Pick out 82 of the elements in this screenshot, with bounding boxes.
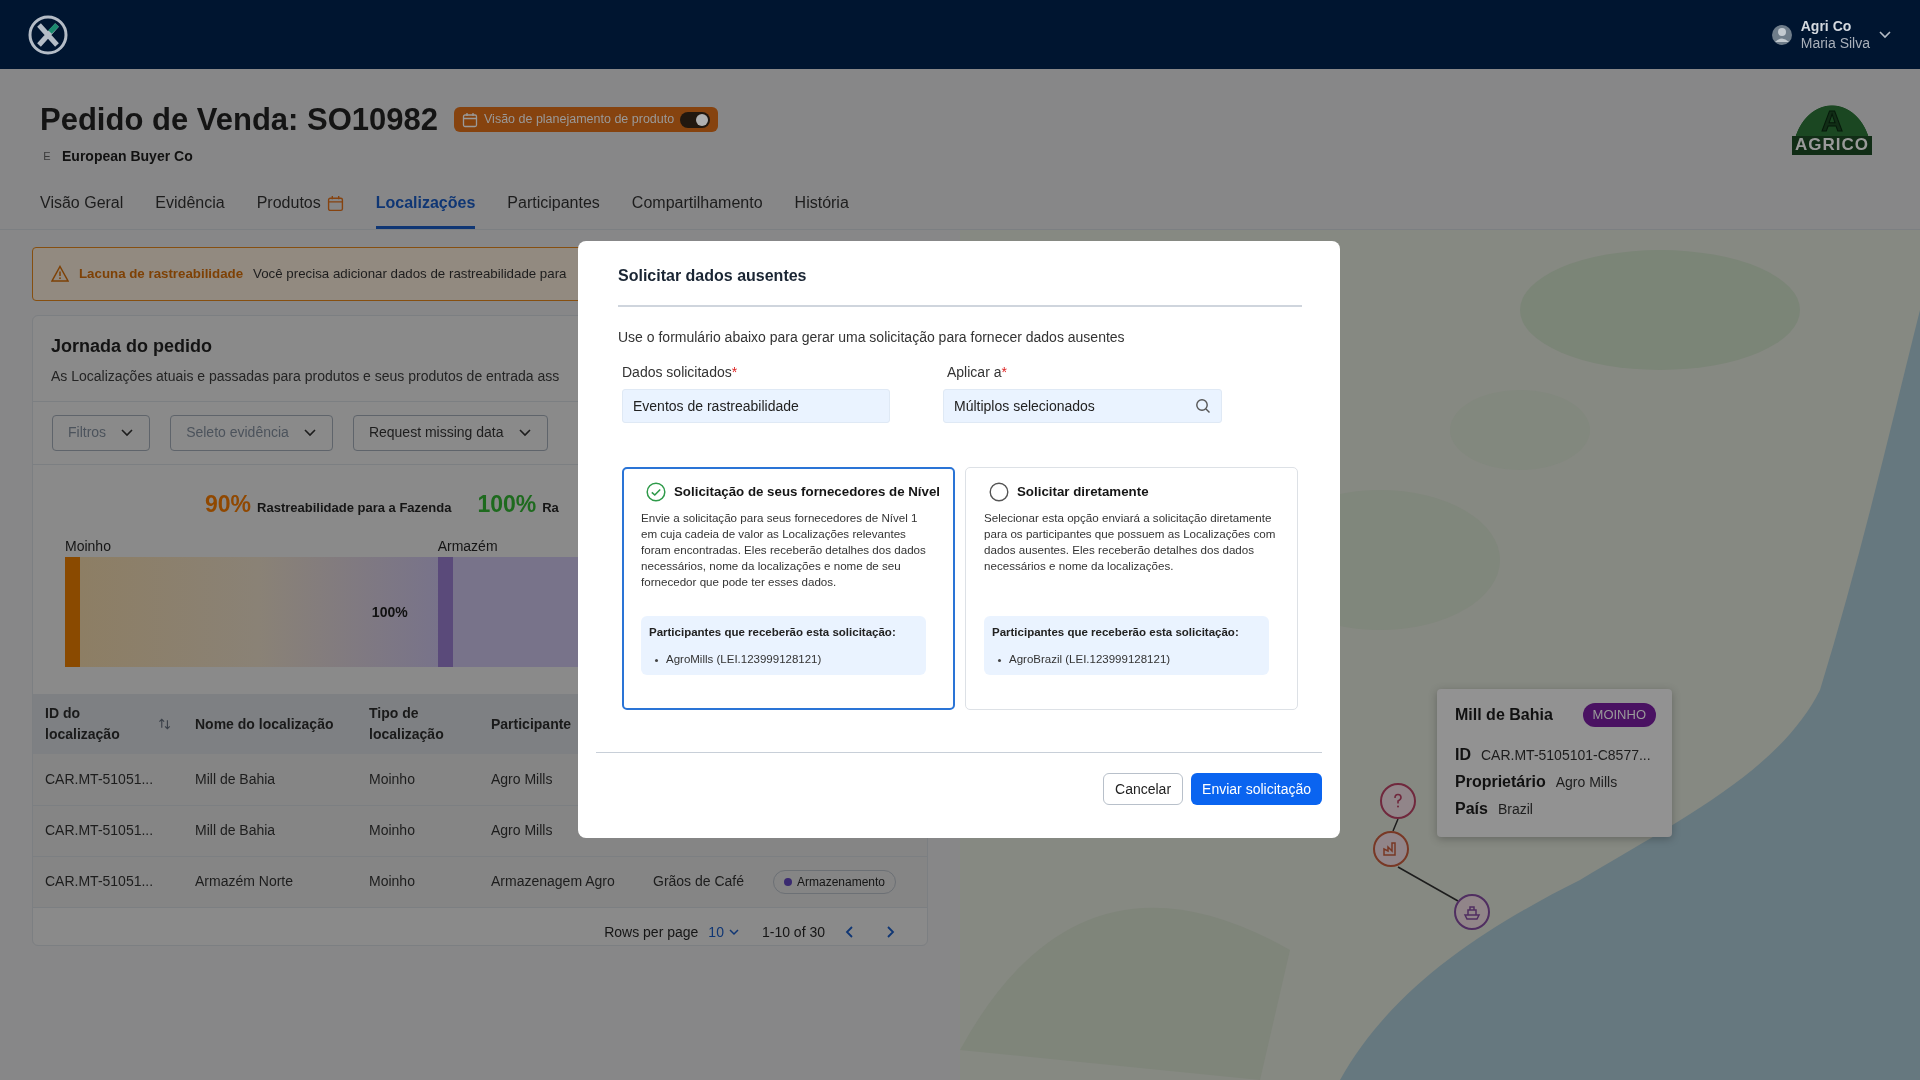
option-card[interactable]: [622, 467, 955, 711]
stat-value: 100%: [477, 489, 537, 519]
segment-label: Armazém: [437, 537, 498, 557]
table-cell: Agro Mills: [491, 770, 553, 787]
modal-intro: Use o formulário abaixo para gerar uma solicitação para fornecer dados ausentes: [618, 328, 1126, 348]
popup-title: Mill de Bahia: [1455, 705, 1553, 725]
table-cell: Mill de Bahia: [195, 770, 276, 787]
check-circle-icon[interactable]: [646, 482, 666, 503]
segment-label: Moinho: [65, 537, 111, 557]
alert-text: Você precisa adicionar dados de rastreabilidade para: [253, 265, 567, 284]
column-header: Nome do localização: [195, 714, 334, 734]
submit-button[interactable]: Enviar solicitação: [1191, 773, 1322, 806]
buyer-initial: E: [42, 149, 52, 165]
bullet-icon: [655, 658, 658, 662]
recipient-name: AgroMills (LEI.123999128121): [666, 652, 822, 668]
option-title: Solicitação de seus fornecedores de Nível: [674, 483, 941, 502]
column-header: ID do localização: [45, 704, 121, 745]
input-field[interactable]: Eventos de rastreabilidade: [622, 389, 890, 424]
search-field[interactable]: Múltiplos selecionados: [943, 389, 1222, 424]
tab[interactable]: Localizações: [375, 185, 476, 230]
stat-label: Rastreabilidade para a Fazenda: [257, 498, 452, 517]
user-name: Maria Silva: [1800, 34, 1870, 52]
cancel-button[interactable]: Cancelar: [1103, 773, 1184, 806]
column-header: Tipo de localização: [369, 704, 445, 745]
tab[interactable]: Produtos: [256, 185, 344, 230]
table-cell: Armazém Norte: [195, 873, 294, 890]
field-label: Dados solicitados*: [622, 363, 739, 383]
recipient-name: AgroBrazil (LEI.123999128121): [1009, 652, 1171, 668]
org-name: Agri Co: [1800, 17, 1853, 35]
modal-title: Solicitar dados ausentes: [618, 266, 1302, 308]
table-cell: Agro Mills: [491, 822, 553, 839]
sort-icon[interactable]: [157, 717, 171, 732]
tab[interactable]: Evidência: [155, 185, 225, 230]
stat-label: Ra: [542, 498, 559, 517]
stat-value: 90%: [205, 489, 252, 519]
field-label: Proprietário: [1455, 772, 1546, 792]
field-label: País: [1455, 799, 1488, 819]
segment-percent: 100%: [371, 602, 408, 622]
buyer-name: European Buyer Co: [62, 147, 193, 167]
type-badge: MOINHO: [1582, 703, 1656, 727]
field-label: Aplicar a*: [947, 363, 1008, 383]
table-cell: Moinho: [369, 770, 415, 787]
recipients-title: Participantes que receberão esta solicitação:: [992, 625, 1240, 641]
planning-toggle[interactable]: Visão de planejamento de produto: [454, 107, 719, 132]
toggle-switch[interactable]: [680, 111, 711, 128]
card-title: Jornada do pedido: [51, 336, 212, 358]
filter-dropdown[interactable]: Request missing data: [352, 414, 548, 451]
table-cell: Grãos de Café: [653, 873, 745, 890]
table-cell: CAR.MT-51051...: [45, 822, 154, 839]
avatar-icon: [1770, 23, 1793, 46]
rows-per-page-label: Rows per page: [604, 922, 699, 942]
field-label: ID: [1455, 745, 1471, 765]
recipients-title: Participantes que receberão esta solicitação:: [649, 625, 897, 641]
table-cell: Armazenagem Agro: [491, 873, 615, 890]
alert-title: Lacuna de rastreabilidade: [79, 265, 244, 284]
warning-icon: [51, 265, 69, 283]
field-value: CAR.MT-5105101-C8577...: [1481, 746, 1651, 765]
bullet-icon: [998, 658, 1001, 662]
radio-icon[interactable]: [989, 482, 1009, 503]
tab[interactable]: Compartilhamento: [631, 185, 763, 230]
page-range: 1-10 of 30: [761, 922, 825, 942]
calendar-icon: [326, 194, 344, 212]
table-cell: CAR.MT-51051...: [45, 770, 154, 787]
rows-per-page-select[interactable]: 10: [708, 921, 740, 943]
option-description: Envie a solicitação para seus fornecedores de Nível 1 em cuja cadeia de valor as Localizações relevantes foram encontradas. Eles receberão detalhes dos dados necessários, nome da localizações e nome de seu fornecedor que pode ter esses dados.: [641, 510, 927, 591]
logo-icon[interactable]: [28, 14, 68, 55]
page-title: Pedido de Venda: SO10982: [40, 101, 438, 139]
tab[interactable]: Participantes: [507, 185, 600, 230]
table-cell: CAR.MT-51051...: [45, 873, 154, 890]
table-cell: Mill de Bahia: [195, 822, 276, 839]
calendar-icon: [462, 111, 478, 128]
field-value: Brazil: [1497, 800, 1533, 819]
option-title: Solicitar diretamente: [1017, 483, 1149, 502]
table-cell: Moinho: [369, 822, 415, 839]
column-header: Participante: [491, 714, 572, 734]
option-description: Selecionar esta opção enviará a solicitação diretamente para os participantes que possuem as Localizações com dados ausentes. Eles receberão detalhes dos dados necessários e nome da localizações.: [984, 510, 1277, 575]
field-value: Agro Mills: [1555, 773, 1618, 792]
table-cell: Moinho: [369, 873, 415, 890]
card-subtitle: As Localizações atuais e passadas para produtos e seus produtos de entrada ass: [51, 366, 560, 386]
tab[interactable]: Visão Geral: [40, 185, 124, 230]
search-icon: [1195, 398, 1211, 415]
tab[interactable]: História: [794, 185, 849, 230]
